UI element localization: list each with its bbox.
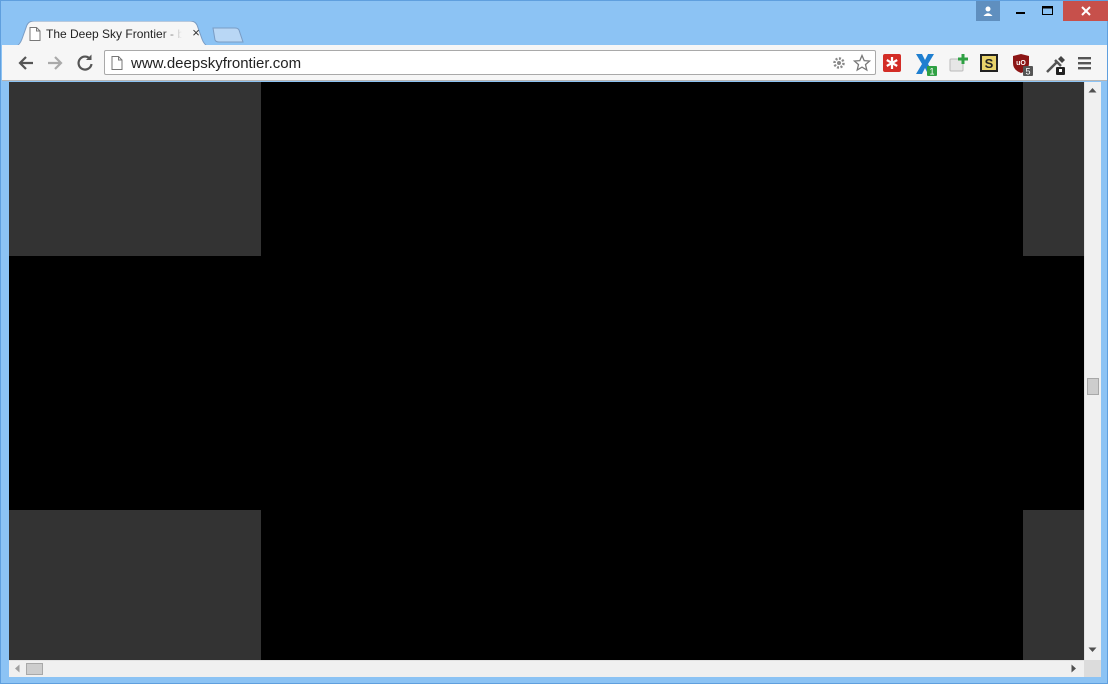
minimize-button[interactable] bbox=[1007, 1, 1035, 21]
panel-top-right bbox=[1023, 82, 1084, 256]
ublock-extension[interactable]: uO 5 bbox=[1011, 53, 1033, 77]
horizontal-scroll-thumb[interactable] bbox=[26, 663, 43, 675]
reload-button[interactable] bbox=[75, 53, 95, 73]
star-icon[interactable] bbox=[853, 54, 871, 72]
horizontal-scrollbar[interactable] bbox=[9, 660, 1084, 677]
page-icon bbox=[29, 27, 41, 41]
forward-button[interactable] bbox=[45, 53, 65, 73]
vertical-scroll-thumb[interactable] bbox=[1087, 378, 1099, 395]
ublock-icon: uO 5 bbox=[1013, 54, 1033, 77]
user-profile-icon bbox=[983, 6, 993, 16]
lastpass-icon bbox=[883, 54, 901, 72]
page-icon bbox=[111, 56, 123, 70]
back-button[interactable] bbox=[16, 53, 36, 73]
s-ext-label: S bbox=[985, 56, 994, 71]
scrollbar-corner bbox=[1084, 660, 1101, 677]
s-extension[interactable]: S bbox=[979, 53, 999, 73]
scroll-up-arrow-icon[interactable] bbox=[1088, 87, 1097, 93]
blue-extension[interactable]: 1 bbox=[914, 53, 937, 77]
green-plus-extension[interactable] bbox=[948, 53, 968, 73]
close-window-button[interactable] bbox=[1063, 1, 1108, 21]
scroll-down-arrow-icon[interactable] bbox=[1088, 647, 1097, 653]
maximize-icon bbox=[1041, 6, 1053, 15]
green-plus-icon bbox=[949, 54, 968, 72]
forward-arrow-icon bbox=[48, 56, 63, 70]
scroll-left-arrow-icon[interactable] bbox=[14, 664, 20, 673]
hamburger-menu-icon bbox=[1078, 57, 1091, 70]
blue-ext-icon: 1 bbox=[916, 54, 937, 77]
toolbar: www.deepskyfrontier.com 1 S uO 5 bbox=[2, 45, 1107, 81]
panel-bottom-right bbox=[1023, 510, 1084, 660]
reload-icon bbox=[77, 54, 93, 71]
back-arrow-icon bbox=[18, 56, 33, 70]
url-text[interactable]: www.deepskyfrontier.com bbox=[131, 55, 301, 72]
address-bar[interactable]: www.deepskyfrontier.com bbox=[104, 50, 876, 75]
gear-icon[interactable] bbox=[831, 55, 847, 71]
minimize-icon bbox=[1016, 12, 1025, 14]
dropper-icon bbox=[1046, 56, 1065, 75]
profile-button[interactable] bbox=[976, 1, 1000, 21]
blue-ext-badge: 1 bbox=[929, 67, 934, 77]
close-icon bbox=[1080, 6, 1091, 16]
tab-close-button[interactable]: × bbox=[189, 26, 203, 40]
vertical-scrollbar[interactable] bbox=[1084, 82, 1101, 660]
new-tab-button[interactable] bbox=[211, 27, 245, 43]
lastpass-extension[interactable] bbox=[882, 53, 902, 73]
page-content[interactable] bbox=[9, 82, 1084, 660]
ublock-badge: 5 bbox=[1025, 67, 1030, 77]
tab-active[interactable]: The Deep Sky Frontier - br × bbox=[13, 21, 211, 47]
s-ext-icon: S bbox=[980, 54, 998, 72]
panel-bottom-left bbox=[9, 510, 261, 660]
tab-title: The Deep Sky Frontier - br bbox=[46, 27, 182, 41]
chrome-menu-button[interactable] bbox=[1075, 53, 1095, 73]
panel-top-left bbox=[9, 82, 261, 256]
scroll-right-arrow-icon[interactable] bbox=[1071, 664, 1077, 673]
browser-window: The Deep Sky Frontier - br × www.deepsky… bbox=[0, 0, 1108, 684]
dropper-extension[interactable] bbox=[1044, 53, 1065, 75]
maximize-button[interactable] bbox=[1033, 1, 1061, 21]
